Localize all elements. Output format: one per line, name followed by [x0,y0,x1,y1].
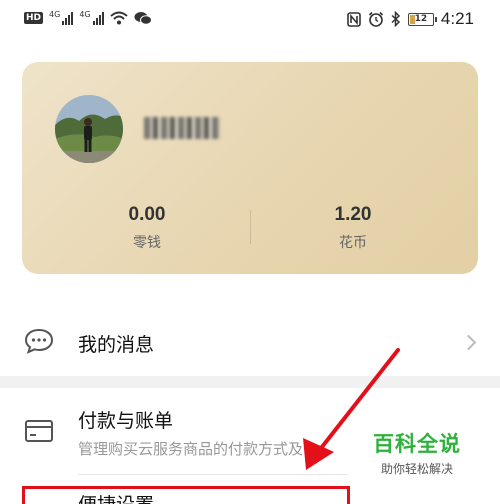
battery-icon: 12 [407,12,437,26]
section-divider [0,376,500,388]
messages-label: 我的消息 [78,334,155,356]
profile-card[interactable]: 0.00 零钱 1.20 花币 [22,62,478,274]
chevron-right-icon [460,334,477,351]
stat-divider [250,210,251,244]
row-divider [78,474,348,475]
clock: 4:21 [440,9,474,28]
wechat-icon [134,12,152,25]
status-right: 12 4:21 [347,9,474,29]
coins-label: 花币 [339,235,367,251]
coins-value: 1.20 [334,204,372,225]
alarm-icon [368,11,383,27]
username [144,117,220,139]
watermark-title: 百科全说 [373,432,461,456]
balance-value: 0.00 [128,204,166,225]
watermark: 百科全说 助你轻松解决 [362,428,472,477]
billing-label: 付款与账单 [78,410,174,432]
signal-icon [92,11,104,25]
avatar-photo [55,95,123,163]
highlight-box [22,486,350,504]
message-bubble-icon [24,328,54,354]
menu-item-messages[interactable]: 我的消息 [0,318,500,368]
avatar[interactable] [55,95,123,163]
bluetooth-icon [391,11,400,27]
network-type-2: 4G [79,9,91,19]
watermark-subtitle: 助你轻松解决 [380,462,453,476]
coins-stat[interactable]: 1.20 花币 [293,204,413,252]
billing-subtitle: 管理购买云服务商品的付款方式及 [78,440,304,458]
credit-card-icon [25,420,53,442]
wifi-icon [109,11,128,25]
status-left: HD 4G 4G [24,9,152,25]
status-bar: HD 4G 4G 12 4:21 [0,0,500,40]
network-type-1: 4G [49,9,61,19]
battery-level: 12 [414,14,428,24]
hd-icon: HD [24,12,44,24]
balance-label: 零钱 [133,235,161,251]
balance-stat[interactable]: 0.00 零钱 [87,204,207,252]
signal-icon [62,11,74,25]
nfc-icon [347,11,361,27]
